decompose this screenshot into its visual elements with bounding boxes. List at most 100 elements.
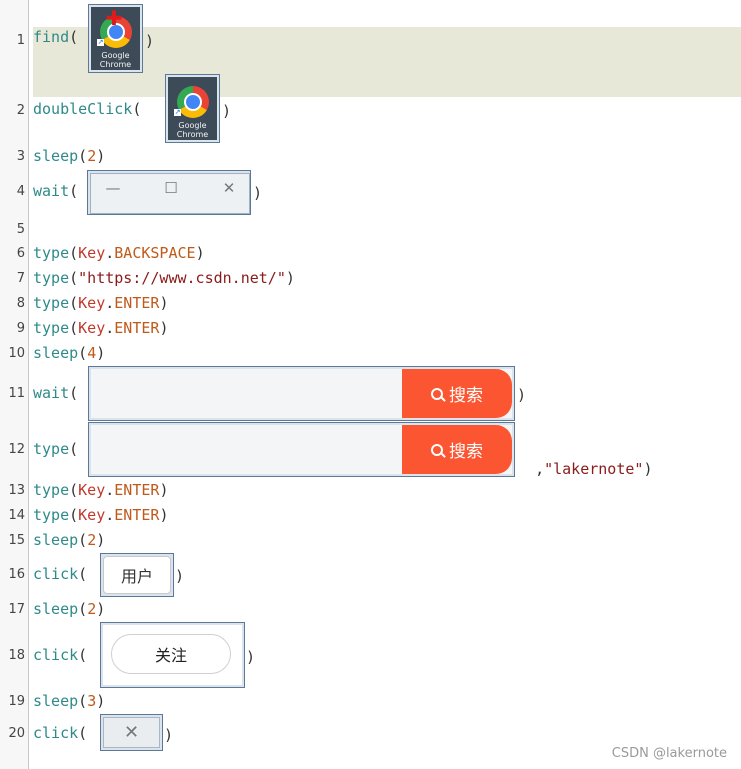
watermark: CSDN @lakernote bbox=[611, 746, 727, 761]
paren: ) bbox=[246, 648, 256, 666]
type-text-args: ,"lakernote") bbox=[517, 442, 652, 478]
dot: . bbox=[105, 319, 115, 337]
code-line-8[interactable]: 8 type(Key. ENTER) bbox=[0, 294, 741, 316]
paren: ) bbox=[164, 726, 174, 744]
paren: ) bbox=[643, 460, 653, 478]
paren: ( bbox=[78, 724, 88, 742]
code-line-15[interactable]: 15 sleep(2) bbox=[0, 531, 741, 553]
function-name: wait bbox=[33, 384, 70, 402]
string-arg: "lakernote" bbox=[544, 460, 644, 478]
key-constant: ENTER bbox=[114, 506, 160, 524]
paren: ) bbox=[222, 102, 232, 120]
maximize-icon: ☐ bbox=[164, 179, 178, 197]
function-name: type bbox=[33, 269, 70, 287]
key-class: Key bbox=[78, 244, 106, 262]
line-number: 11 bbox=[8, 386, 25, 401]
key-class: Key bbox=[78, 319, 106, 337]
magnifier-icon bbox=[431, 443, 443, 456]
key-class: Key bbox=[78, 506, 106, 524]
shortcut-arrow-icon: ↗ bbox=[174, 108, 181, 116]
paren: ) bbox=[285, 269, 295, 287]
google-chrome-icon bbox=[176, 86, 209, 118]
paren: ( bbox=[69, 440, 79, 458]
line-number: 8 bbox=[16, 296, 25, 311]
code-line-10[interactable]: 10 sleep(4) bbox=[0, 344, 741, 366]
shortcut-arrow-icon: ↗ bbox=[97, 38, 104, 46]
line-number: 7 bbox=[16, 271, 25, 286]
paren: ( bbox=[78, 344, 88, 362]
search-bar-image[interactable]: 搜索 bbox=[88, 366, 515, 421]
paren: ( bbox=[69, 506, 79, 524]
search-button-label: 搜索 bbox=[449, 442, 483, 462]
target-cross-icon: ✚ bbox=[105, 6, 123, 30]
line-number: 20 bbox=[8, 726, 25, 741]
dot: . bbox=[105, 481, 115, 499]
function-name: click bbox=[33, 724, 79, 742]
code-line-19[interactable]: 19 sleep(3) bbox=[0, 692, 741, 714]
search-input: 搜索 bbox=[91, 425, 512, 474]
code-line-3[interactable]: 3 sleep(2) bbox=[0, 147, 741, 169]
code-line-6[interactable]: 6 type(Key. BACKSPACE) bbox=[0, 244, 741, 266]
line-number: 12 bbox=[8, 442, 25, 457]
paren: ( bbox=[78, 565, 88, 583]
function-name: sleep bbox=[33, 600, 79, 618]
code-line-7[interactable]: 7 type("https://www.csdn.net/") bbox=[0, 269, 741, 291]
window-controls-image[interactable]: — ☐ ✕ bbox=[87, 170, 251, 215]
key-constant: ENTER bbox=[114, 481, 160, 499]
key-constant: ENTER bbox=[114, 319, 160, 337]
paren: ( bbox=[78, 600, 88, 618]
line-number: 14 bbox=[8, 508, 25, 523]
close-icon: ✕ bbox=[222, 179, 236, 197]
code-line-2[interactable]: 2 doubleClick( bbox=[0, 98, 741, 124]
paren: ( bbox=[132, 100, 142, 118]
close-button-image[interactable]: ✕ bbox=[100, 714, 163, 751]
follow-button-image[interactable]: 关注 bbox=[100, 622, 245, 688]
chrome-caption: Google Chrome bbox=[99, 51, 132, 69]
user-button: 用户 bbox=[103, 556, 171, 594]
line-number: 5 bbox=[16, 222, 25, 237]
paren: ) bbox=[195, 244, 205, 262]
chrome-caption: Google Chrome bbox=[176, 121, 209, 139]
code-line-5[interactable]: 5 bbox=[0, 220, 741, 240]
function-name: doubleClick bbox=[33, 100, 133, 118]
string-arg: "https://www.csdn.net/" bbox=[78, 269, 286, 287]
paren: ) bbox=[96, 344, 106, 362]
paren: ( bbox=[69, 319, 79, 337]
code-line-14[interactable]: 14 type(Key. ENTER) bbox=[0, 506, 741, 528]
key-constant: ENTER bbox=[114, 294, 160, 312]
function-name: sleep bbox=[33, 692, 79, 710]
line-number: 17 bbox=[8, 602, 25, 617]
code-line-17[interactable]: 17 sleep(2) bbox=[0, 600, 741, 622]
key-class: Key bbox=[78, 481, 106, 499]
paren: ) bbox=[159, 506, 169, 524]
paren: ) bbox=[159, 294, 169, 312]
function-name: sleep bbox=[33, 344, 79, 362]
user-tab-image[interactable]: 用户 bbox=[100, 553, 174, 597]
paren: ( bbox=[69, 384, 79, 402]
paren: ( bbox=[69, 481, 79, 499]
search-bar-image[interactable]: 搜索 bbox=[88, 422, 515, 477]
line-number: 13 bbox=[8, 483, 25, 498]
function-name: click bbox=[33, 565, 79, 583]
paren: ) bbox=[96, 692, 106, 710]
chrome-target-image[interactable]: ✚ ↗ Google Chrome bbox=[88, 4, 143, 73]
code-line-13[interactable]: 13 type(Key. ENTER) bbox=[0, 481, 741, 503]
dot: . bbox=[105, 506, 115, 524]
number-arg: 2 bbox=[87, 600, 97, 618]
function-name: type bbox=[33, 294, 70, 312]
paren: ) bbox=[517, 386, 527, 404]
paren: ( bbox=[69, 294, 79, 312]
chrome-tile: ✚ ↗ Google Chrome bbox=[91, 7, 140, 70]
function-name: type bbox=[33, 319, 70, 337]
function-name: type bbox=[33, 244, 70, 262]
window-titlebar: — ☐ ✕ bbox=[90, 173, 250, 214]
chrome-target-image[interactable]: ↗ Google Chrome bbox=[165, 74, 220, 143]
paren: ) bbox=[159, 481, 169, 499]
code-line-9[interactable]: 9 type(Key. ENTER) bbox=[0, 319, 741, 341]
dot: . bbox=[105, 244, 115, 262]
paren: ) bbox=[145, 32, 155, 50]
paren: ) bbox=[96, 600, 106, 618]
function-name: wait bbox=[33, 182, 70, 200]
paren: ) bbox=[96, 147, 106, 165]
function-name: find bbox=[33, 28, 70, 46]
